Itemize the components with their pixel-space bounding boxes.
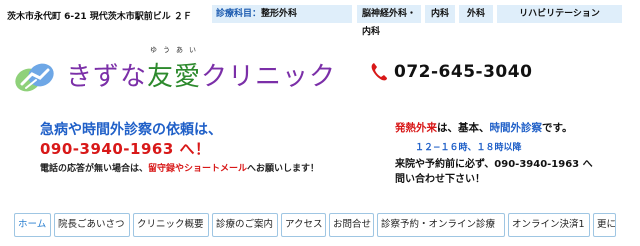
- fever-clinic-notice: 発熱外来は、基本、時間外診察です。: [395, 120, 572, 135]
- clinic-name-part3: クリニック: [201, 62, 337, 92]
- handshake-logo-icon[interactable]: [14, 60, 56, 96]
- phone-number[interactable]: 072-645-3040: [394, 62, 532, 82]
- nav-payment[interactable]: オンライン決済1: [508, 213, 590, 237]
- main-nav: ホーム 院長ごあいさつ クリニック概要 診療のご案内 アクセス お問合せ 診察予…: [14, 213, 616, 237]
- department-rehab: リハビリテーション: [497, 5, 622, 23]
- nav-reservation[interactable]: 診察予約・オンライン診療: [377, 213, 505, 237]
- nav-more[interactable]: 更に: [593, 213, 616, 237]
- department-surgery: 外科: [459, 5, 493, 23]
- fever-mid-text: は、基本、: [437, 122, 490, 134]
- fever-hours: １２−１６時、１８時以降: [415, 143, 522, 153]
- fever-end-text: です。: [542, 122, 573, 134]
- departments-label: 診療科目：: [216, 9, 262, 19]
- emergency-note-highlight: 留守録やショートメール: [148, 164, 248, 174]
- clinic-name-part1: きずな: [66, 62, 148, 92]
- fever-call-line2: 問い合わせ下さい！: [395, 174, 485, 185]
- emergency-heading: 急病や時間外診察の依頼は、: [40, 122, 222, 138]
- nav-access[interactable]: アクセス: [281, 213, 326, 237]
- department-neuro: 脳神経外科・内科: [357, 5, 421, 37]
- emergency-note: 電話の応答が無い場合は、留守録やショートメールへお願いします！: [40, 161, 319, 174]
- departments-box: 診療科目：整形外科: [212, 5, 352, 23]
- fever-after-hours: 時間外診察: [489, 122, 543, 134]
- emergency-note-prefix: 電話の応答が無い場合は、: [40, 164, 149, 174]
- fever-call-line1: 来院や予約前に必ず、090-3940-1963 へ: [395, 159, 593, 170]
- clinic-name[interactable]: きずな友愛クリニック: [66, 56, 336, 93]
- phone-icon: [371, 63, 387, 81]
- nav-greeting[interactable]: 院長ごあいさつ: [54, 213, 130, 237]
- department-internal: 内科: [425, 5, 455, 23]
- nav-contact[interactable]: お問合せ: [329, 213, 374, 237]
- emergency-phone[interactable]: 090-3940-1963 へ！: [40, 138, 210, 159]
- nav-home[interactable]: ホーム: [14, 213, 51, 237]
- emergency-note-suffix: へお願いします！: [247, 164, 320, 174]
- clinic-name-part2: 友愛: [147, 62, 202, 92]
- nav-overview[interactable]: クリニック概要: [133, 213, 209, 237]
- clinic-address: 茨木市永代町 6-21 現代茨木市駅前ビル ２Ｆ: [7, 12, 192, 22]
- nav-services[interactable]: 診療のご案内: [212, 213, 278, 237]
- department-orthopedics: 整形外科: [261, 9, 298, 19]
- logo-ruby: ゆうあい: [150, 46, 202, 54]
- fever-label: 発熱外来: [395, 122, 437, 134]
